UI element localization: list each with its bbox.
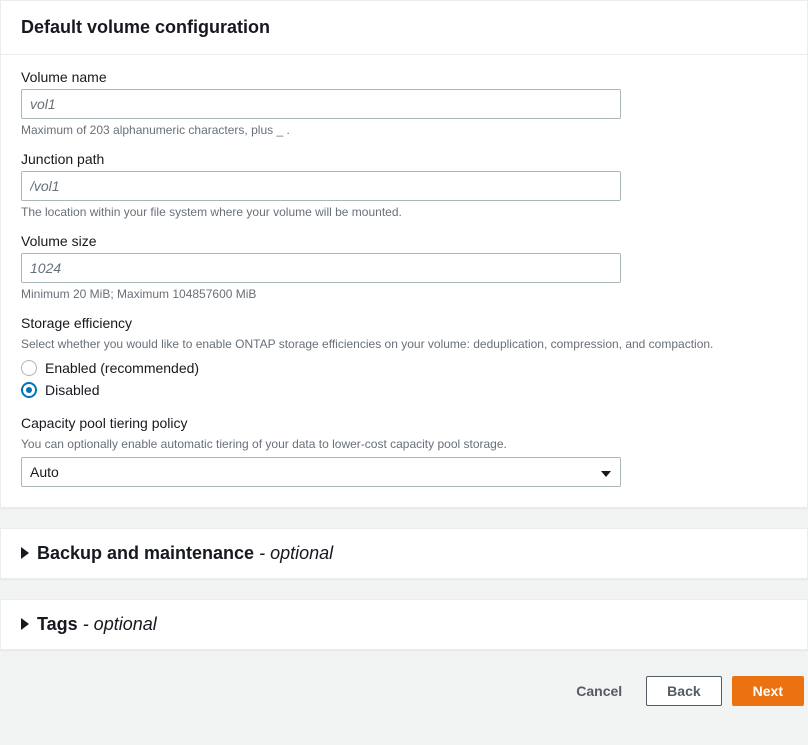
- volume-name-label: Volume name: [21, 69, 787, 85]
- default-volume-config-panel: Default volume configuration Volume name…: [0, 0, 808, 508]
- footer-actions: Cancel Back Next: [0, 670, 808, 714]
- tags-panel: Tags - optional: [0, 599, 808, 650]
- tiering-policy-label: Capacity pool tiering policy: [21, 415, 787, 431]
- junction-path-helper: The location within your file system whe…: [21, 205, 787, 219]
- storage-efficiency-group: Storage efficiency Select whether you wo…: [21, 315, 787, 401]
- volume-size-helper: Minimum 20 MiB; Maximum 104857600 MiB: [21, 287, 787, 301]
- storage-efficiency-desc: Select whether you would like to enable …: [21, 335, 787, 353]
- caret-right-icon: [21, 546, 29, 562]
- tiering-policy-desc: You can optionally enable automatic tier…: [21, 435, 787, 453]
- backup-maintenance-panel: Backup and maintenance - optional: [0, 528, 808, 579]
- panel-body: Volume name Maximum of 203 alphanumeric …: [1, 55, 807, 507]
- panel-header: Default volume configuration: [1, 1, 807, 55]
- tiering-policy-select[interactable]: Auto: [21, 457, 621, 487]
- tags-title-text: Tags: [37, 614, 78, 634]
- volume-size-group: Volume size Minimum 20 MiB; Maximum 1048…: [21, 233, 787, 301]
- radio-icon-selected: [21, 382, 37, 398]
- tiering-policy-value: Auto: [21, 457, 621, 487]
- radio-label-disabled: Disabled: [45, 382, 99, 398]
- volume-name-helper: Maximum of 203 alphanumeric characters, …: [21, 123, 787, 137]
- panel-title: Default volume configuration: [21, 17, 787, 38]
- radio-icon: [21, 360, 37, 376]
- junction-path-input[interactable]: [21, 171, 621, 201]
- volume-name-group: Volume name Maximum of 203 alphanumeric …: [21, 69, 787, 137]
- junction-path-label: Junction path: [21, 151, 787, 167]
- back-button[interactable]: Back: [646, 676, 721, 706]
- tags-title: Tags - optional: [37, 614, 157, 635]
- cancel-button[interactable]: Cancel: [562, 677, 636, 705]
- tags-header[interactable]: Tags - optional: [1, 600, 807, 649]
- backup-title-text: Backup and maintenance: [37, 543, 254, 563]
- tags-optional-suffix: - optional: [78, 614, 157, 634]
- junction-path-group: Junction path The location within your f…: [21, 151, 787, 219]
- storage-efficiency-disabled-radio[interactable]: Disabled: [21, 379, 787, 401]
- storage-efficiency-label: Storage efficiency: [21, 315, 787, 331]
- tiering-policy-group: Capacity pool tiering policy You can opt…: [21, 415, 787, 487]
- radio-label-enabled: Enabled (recommended): [45, 360, 199, 376]
- backup-optional-suffix: - optional: [254, 543, 333, 563]
- volume-size-label: Volume size: [21, 233, 787, 249]
- storage-efficiency-enabled-radio[interactable]: Enabled (recommended): [21, 357, 787, 379]
- backup-title: Backup and maintenance - optional: [37, 543, 333, 564]
- volume-name-input[interactable]: [21, 89, 621, 119]
- volume-size-input[interactable]: [21, 253, 621, 283]
- next-button[interactable]: Next: [732, 676, 804, 706]
- backup-maintenance-header[interactable]: Backup and maintenance - optional: [1, 529, 807, 578]
- caret-right-icon: [21, 617, 29, 633]
